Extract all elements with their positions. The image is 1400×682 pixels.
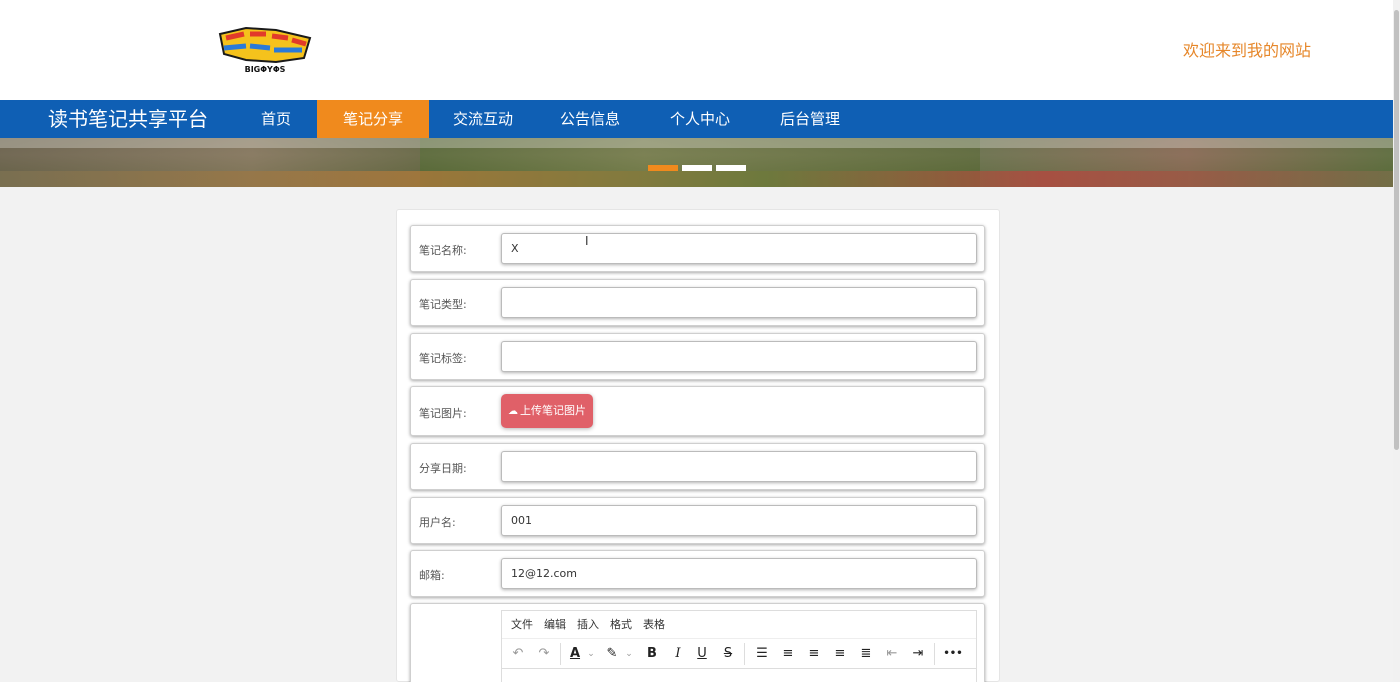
undo-icon[interactable]: ↶ [508,639,528,669]
form-row-content-editor: 文件 编辑 插入 格式 表格 ↶ ↷ A ⌄ ✎ ⌄ B I U S ☰ ≡ ≡… [410,603,985,682]
note-name-label: 笔记名称: [419,244,467,257]
page-scrollbar[interactable] [1393,0,1400,682]
editor-toolbar: ↶ ↷ A ⌄ ✎ ⌄ B I U S ☰ ≡ ≡ ≡ ≣ ⇤ ⇥ ••• [502,639,976,669]
main-nav: 读书笔记共享平台 首页 笔记分享 交流互动 公告信息 个人中心 后台管理 [0,100,1393,138]
note-form-card: 笔记名称: X I 笔记类型: 笔记标签: 笔记图片: ☁ 上传笔记图片 分享日期… [396,209,1000,682]
align-left-icon[interactable]: ≡ [778,639,798,669]
underline-icon[interactable]: U [692,639,712,669]
editor-menu-file[interactable]: 文件 [511,611,533,639]
redo-icon[interactable]: ↷ [534,639,554,669]
scrollbar-thumb[interactable] [1394,10,1399,450]
highlight-icon[interactable]: ✎ [602,639,622,669]
note-tags-input[interactable] [501,341,977,372]
align-center-icon[interactable]: ≡ [804,639,824,669]
chevron-down-icon[interactable]: ⌄ [586,639,596,669]
top-header: BIGΦYΦS 欢迎来到我的网站 [0,0,1400,100]
banner-shade [0,138,1393,148]
form-row-note-type: 笔记类型: [410,279,985,326]
carousel-dot-2[interactable] [682,165,712,171]
editor-menu-format[interactable]: 格式 [610,611,632,639]
note-tags-label: 笔记标签: [419,352,467,365]
email-label: 邮箱: [419,569,445,582]
site-brand[interactable]: 读书笔记共享平台 [48,100,208,138]
italic-icon[interactable]: I [668,639,688,669]
toolbar-separator [934,643,935,665]
cloud-upload-icon: ☁ [508,406,518,417]
carousel-dot-3[interactable] [716,165,746,171]
share-date-input[interactable] [501,451,977,482]
site-logo[interactable]: BIGΦYΦS [216,24,314,76]
editor-menu-table[interactable]: 表格 [643,611,665,639]
nav-item-home[interactable]: 首页 [236,100,316,138]
nav-item-profile[interactable]: 个人中心 [655,100,745,138]
note-image-label: 笔记图片: [419,407,467,420]
form-row-note-image: 笔记图片: ☁ 上传笔记图片 [410,386,985,436]
bold-icon[interactable]: B [642,639,662,669]
chevron-down-icon[interactable]: ⌄ [624,639,634,669]
editor-menubar: 文件 编辑 插入 格式 表格 [502,611,976,639]
svg-text:BIGΦYΦS: BIGΦYΦS [245,65,286,74]
align-right-icon[interactable]: ≡ [830,639,850,669]
upload-image-button[interactable]: ☁ 上传笔记图片 [501,394,593,428]
form-row-note-name: 笔记名称: X I [410,225,985,272]
nav-item-notices[interactable]: 公告信息 [545,100,635,138]
note-type-label: 笔记类型: [419,298,467,311]
carousel-dot-1[interactable] [648,165,678,171]
welcome-text: 欢迎来到我的网站 [1182,41,1311,60]
strikethrough-icon[interactable]: S [718,639,738,669]
text-cursor-icon: I [585,234,589,248]
rich-text-editor[interactable]: 文件 编辑 插入 格式 表格 ↶ ↷ A ⌄ ✎ ⌄ B I U S ☰ ≡ ≡… [501,610,977,682]
banner-carousel [0,138,1393,187]
email-input[interactable]: 12@12.com [501,558,977,589]
form-row-username: 用户名: 001 [410,497,985,544]
nav-item-interaction[interactable]: 交流互动 [438,100,528,138]
more-options-icon[interactable]: ••• [940,639,966,669]
form-row-email: 邮箱: 12@12.com [410,550,985,597]
editor-menu-edit[interactable]: 编辑 [544,611,566,639]
form-row-share-date: 分享日期: [410,443,985,490]
outdent-icon[interactable]: ⇤ [882,639,902,669]
editor-menu-insert[interactable]: 插入 [577,611,599,639]
nav-item-note-share[interactable]: 笔记分享 [317,100,429,138]
nav-item-admin[interactable]: 后台管理 [765,100,855,138]
form-row-note-tags: 笔记标签: [410,333,985,380]
note-name-input[interactable]: X [501,233,977,264]
note-type-input[interactable] [501,287,977,318]
line-height-icon[interactable]: ☰ [752,639,772,669]
banner-ground [0,171,1393,187]
share-date-label: 分享日期: [419,462,467,475]
align-justify-icon[interactable]: ≣ [856,639,876,669]
font-color-icon[interactable]: A [566,639,584,669]
toolbar-separator [744,643,745,665]
upload-image-button-label: 上传笔记图片 [520,404,586,417]
username-input[interactable]: 001 [501,505,977,536]
indent-icon[interactable]: ⇥ [908,639,928,669]
username-label: 用户名: [419,516,456,529]
toolbar-separator [560,643,561,665]
